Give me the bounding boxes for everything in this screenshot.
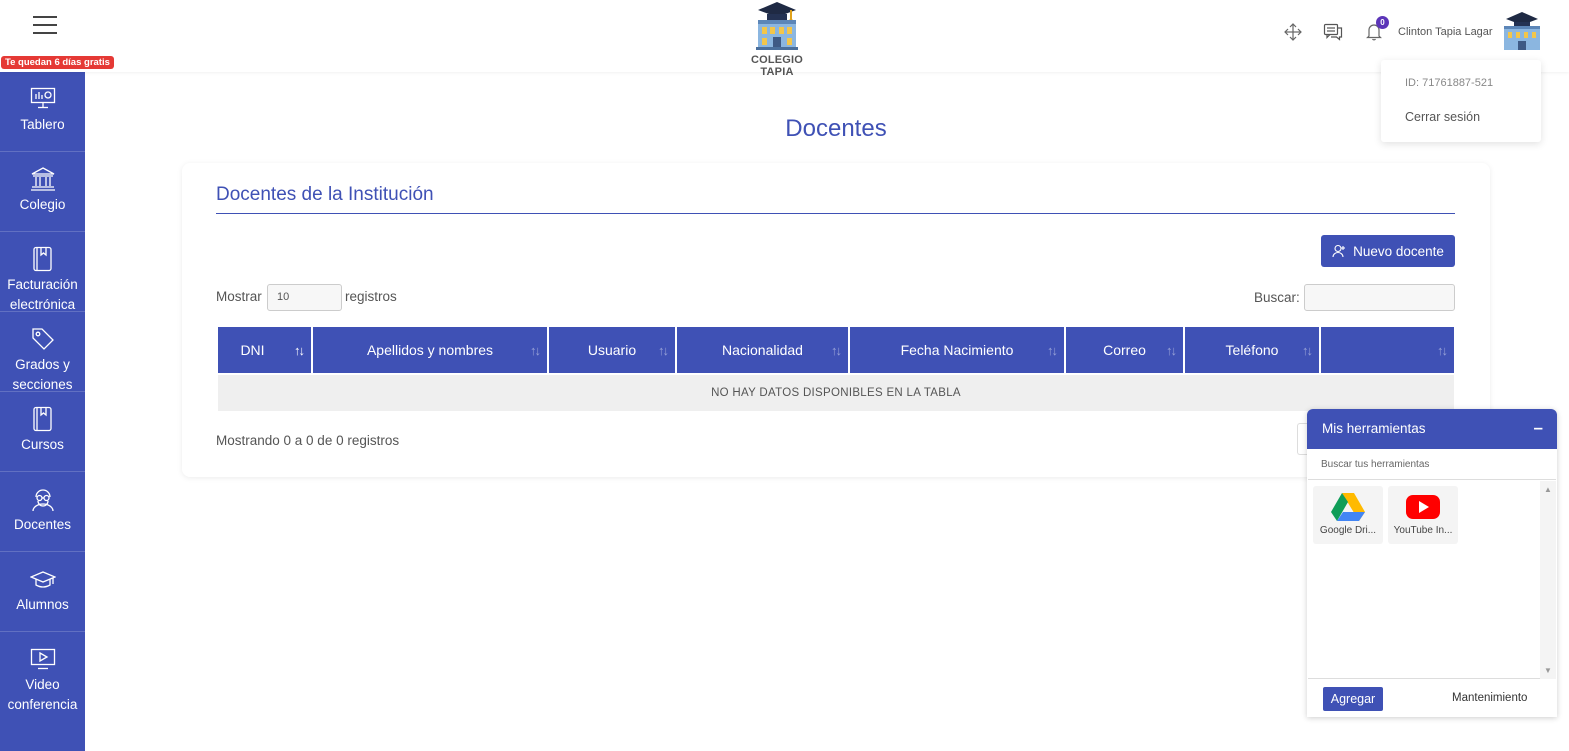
school-name: COLEGIO TAPIA [750, 54, 804, 78]
column-header-actions[interactable]: ↑↓ [1321, 327, 1454, 373]
sort-icon: ↑↓ [1302, 343, 1313, 358]
google-drive-icon [1331, 493, 1365, 521]
scrollbar[interactable]: ▲ ▼ [1540, 481, 1556, 679]
tag-icon [31, 328, 54, 350]
scroll-down-icon: ▼ [1544, 666, 1552, 675]
tools-search-input[interactable]: Buscar tus herramientas [1308, 450, 1556, 480]
new-teacher-label: Nuevo docente [1353, 243, 1444, 259]
sidebar-item-label: Cursos [21, 437, 64, 452]
logout-link[interactable]: Cerrar sesión [1405, 110, 1480, 124]
column-header-email[interactable]: Correo ↑↓ [1066, 327, 1183, 373]
user-id: ID: 71761887-521 [1405, 77, 1494, 89]
user-name[interactable]: Clinton Tapia Lagar [1398, 26, 1493, 38]
card-title: Docentes de la Institución [216, 184, 434, 205]
tools-header: Mis herramientas – [1307, 409, 1557, 449]
table-info: Mostrando 0 a 0 de 0 registros [216, 433, 400, 448]
graduation-cap-icon [29, 571, 56, 588]
profile-dropdown: ID: 71761887-521 Cerrar sesión [1381, 60, 1541, 142]
tool-google-drive[interactable]: Google Dri... [1313, 486, 1383, 544]
show-label: Mostrar [216, 289, 262, 304]
search-input[interactable] [1304, 284, 1455, 311]
new-teacher-button[interactable]: Nuevo docente [1321, 235, 1455, 267]
teachers-card: Docentes de la Institución Nuevo docente… [182, 163, 1490, 477]
sort-icon: ↑↓ [658, 343, 669, 358]
sidebar-item-label: Docentes [13, 517, 72, 532]
divider [216, 213, 1455, 214]
tool-name: YouTube In... [1393, 525, 1453, 536]
sort-icon: ↑↓ [1047, 343, 1058, 358]
presentation-board-icon [30, 87, 55, 109]
add-user-icon [1332, 244, 1346, 258]
sort-icon: ↑↓ [1166, 343, 1177, 358]
sort-icon: ↑↓ [294, 343, 305, 358]
scroll-up-icon: ▲ [1544, 485, 1552, 494]
column-header-birthdate[interactable]: Fecha Nacimiento ↑↓ [850, 327, 1064, 373]
sidebar-item-cursos[interactable]: Cursos [0, 392, 85, 472]
tool-youtube[interactable]: YouTube In... [1388, 486, 1458, 544]
user-avatar[interactable] [1500, 10, 1544, 52]
sidebar: Tablero Colegio Facturación electrónica … [0, 72, 85, 751]
minimize-button[interactable]: – [1534, 418, 1543, 438]
menu-icon[interactable] [33, 16, 57, 34]
video-screen-icon [30, 648, 55, 670]
sidebar-item-grados[interactable]: Grados y secciones [0, 312, 85, 392]
search-label: Buscar: [1254, 290, 1300, 305]
sort-icon: ↑↓ [1437, 343, 1448, 358]
notification-badge: 0 [1376, 16, 1389, 29]
sort-icon: ↑↓ [831, 343, 842, 358]
sidebar-item-label: Alumnos [16, 597, 69, 612]
tools-panel: Mis herramientas – Buscar tus herramient… [1307, 409, 1557, 717]
column-header-names[interactable]: Apellidos y nombres ↑↓ [313, 327, 547, 373]
sidebar-item-facturacion[interactable]: Facturación electrónica [0, 232, 85, 312]
sidebar-item-label: Tablero [20, 117, 65, 132]
sidebar-item-tablero[interactable]: Tablero [0, 72, 85, 152]
column-header-dni[interactable]: DNI ↑↓ [218, 327, 311, 373]
fullscreen-icon[interactable] [1283, 22, 1303, 42]
sidebar-item-label: Facturación electrónica [7, 277, 78, 312]
sidebar-item-videoconferencia[interactable]: Video conferencia [0, 632, 85, 712]
maintenance-link[interactable]: Mantenimiento [1452, 692, 1527, 704]
add-tool-button[interactable]: Agregar [1323, 687, 1383, 711]
school-logo[interactable]: COLEGIO TAPIA [733, 0, 821, 78]
records-label: registros [345, 289, 397, 304]
tool-name: Google Dri... [1319, 525, 1377, 536]
sort-icon: ↑↓ [530, 343, 541, 358]
table-header: DNI ↑↓ Apellidos y nombres ↑↓ Usuario ↑↓ Na… [218, 327, 1454, 373]
book-icon [32, 406, 52, 432]
chat-icon[interactable] [1323, 22, 1343, 42]
school-building-icon [756, 2, 798, 50]
top-header: Te quedan 6 días gratis COLEGIO TAPIA 0 … [0, 0, 1569, 78]
teacher-icon [31, 489, 54, 512]
empty-table-message: NO HAY DATOS DISPONIBLES EN LA TABLA [218, 375, 1454, 411]
sidebar-item-label: Video conferencia [7, 677, 78, 712]
column-header-user[interactable]: Usuario ↑↓ [549, 327, 675, 373]
book-icon [32, 246, 52, 272]
column-header-nationality[interactable]: Nacionalidad ↑↓ [677, 327, 848, 373]
tools-list: Google Dri... YouTube In... ▲ ▼ [1308, 481, 1556, 679]
sidebar-item-label: Colegio [19, 197, 66, 212]
page-size-select[interactable]: 10 [267, 284, 342, 311]
page-title: Docentes [785, 115, 887, 142]
trial-badge: Te quedan 6 días gratis [1, 56, 114, 69]
youtube-icon [1406, 495, 1440, 519]
sidebar-item-docentes[interactable]: Docentes [0, 472, 85, 552]
column-header-phone[interactable]: Teléfono ↑↓ [1185, 327, 1319, 373]
sidebar-item-colegio[interactable]: Colegio [0, 152, 85, 232]
institution-icon [30, 167, 55, 191]
sidebar-item-alumnos[interactable]: Alumnos [0, 552, 85, 632]
sidebar-item-label: Grados y secciones [12, 357, 73, 392]
tools-title: Mis herramientas [1322, 421, 1426, 436]
